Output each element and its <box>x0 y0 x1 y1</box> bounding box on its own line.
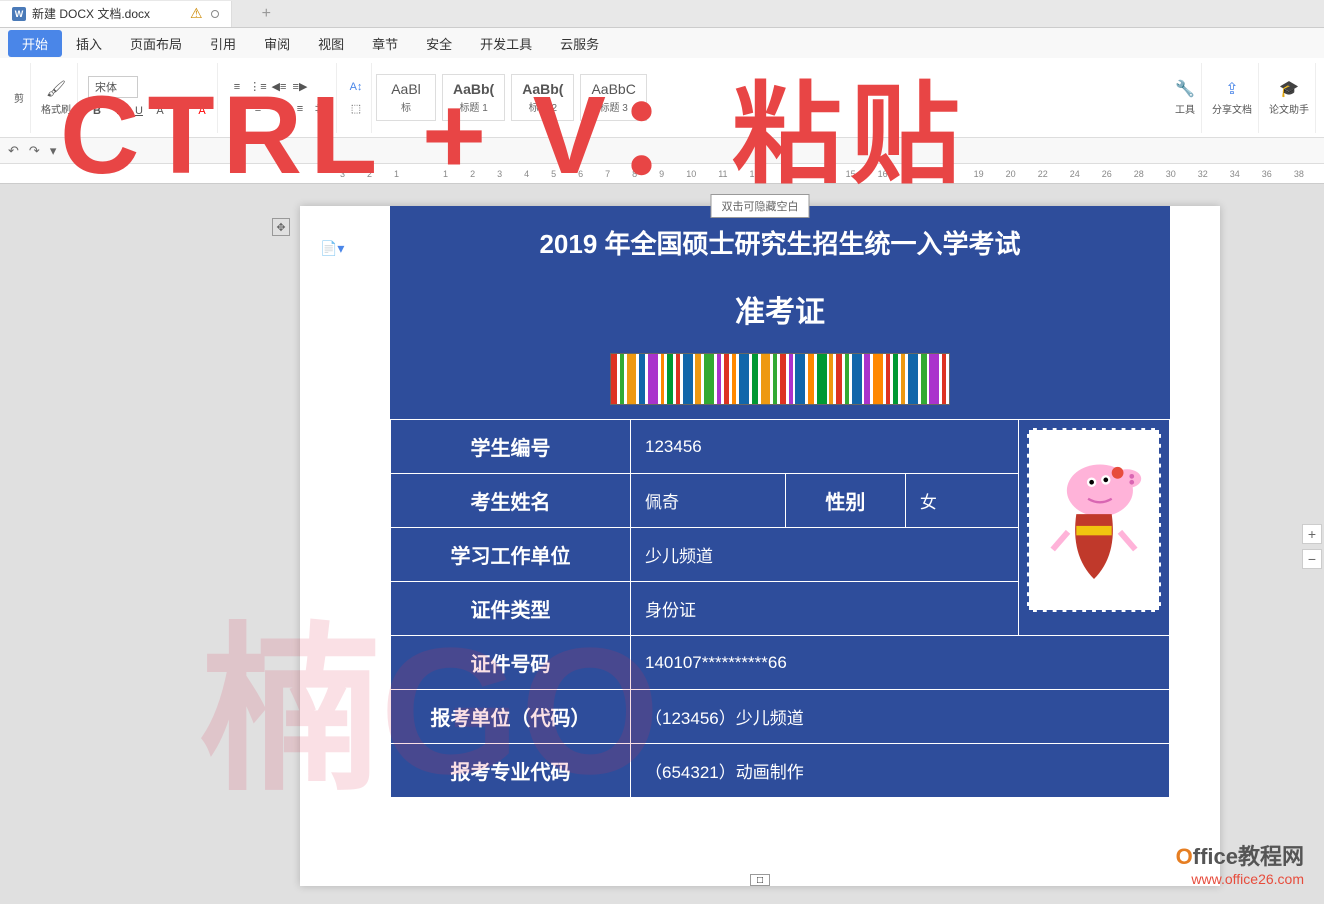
value-workplace: 少儿频道 <box>631 528 1019 582</box>
thesis-group: 🎓 论文助手 <box>1263 63 1316 133</box>
logo-text: ffice教程网 <box>1193 844 1304 869</box>
table-row: 报考单位（代码） （123456）少儿频道 <box>391 690 1170 744</box>
thesis-helper-button[interactable]: 🎓 论文助手 <box>1269 79 1309 116</box>
label-major-code: 报考专业代码 <box>391 744 631 798</box>
side-collapse-button[interactable]: − <box>1302 549 1322 569</box>
side-expand-button[interactable]: + <box>1302 524 1322 544</box>
table-resize-handle[interactable]: □ <box>750 874 770 886</box>
value-student-id: 123456 <box>631 420 1019 474</box>
value-gender: 女 <box>905 474 1018 528</box>
graduation-icon: 🎓 <box>1279 79 1299 99</box>
barcode <box>610 353 950 405</box>
paste-options-button[interactable]: 📄▾ <box>320 240 344 257</box>
status-circle-icon <box>211 10 219 18</box>
label-id-type: 证件类型 <box>391 582 631 636</box>
table-row: 报考专业代码 （654321）动画制作 <box>391 744 1170 798</box>
word-icon: W <box>12 7 26 21</box>
cut-button[interactable]: 剪 <box>14 90 24 105</box>
redo-button[interactable]: ↷ <box>29 143 40 159</box>
peppa-pig-image <box>1035 436 1153 604</box>
logo-o: O <box>1176 844 1193 869</box>
table-move-handle[interactable]: ✥ <box>272 218 290 236</box>
label-workplace: 学习工作单位 <box>391 528 631 582</box>
footer-watermark: Office教程网 www.office26.com <box>1176 839 1304 887</box>
label-gender: 性别 <box>785 474 905 528</box>
tools-icon: 🔧 <box>1175 79 1195 99</box>
clipboard-group: 剪 <box>8 63 31 133</box>
tab-title: 新建 DOCX 文档.docx <box>32 5 150 22</box>
table-row: 证件号码 140107**********66 <box>391 636 1170 690</box>
label-name: 考生姓名 <box>391 474 631 528</box>
certificate-subtitle: 准考证 <box>390 269 1170 353</box>
table-row: 学生编号 123456 <box>391 420 1170 474</box>
value-id-number: 140107**********66 <box>631 636 1170 690</box>
value-id-type: 身份证 <box>631 582 1019 636</box>
label-id-number: 证件号码 <box>391 636 631 690</box>
value-apply-unit: （123456）少儿频道 <box>631 690 1170 744</box>
tools-button[interactable]: 🔧 工具 <box>1175 79 1195 116</box>
certificate-content: 2019 年全国硕士研究生招生统一入学考试 准考证 学生编号 123456 <box>390 206 1170 798</box>
menu-start[interactable]: 开始 <box>8 30 62 57</box>
tools-group: 🔧 工具 <box>1169 63 1202 133</box>
document-page[interactable]: 双击可隐藏空白 ✥ 📄▾ 2019 年全国硕士研究生招生统一入学考试 准考证 学… <box>300 206 1220 886</box>
qa-dropdown[interactable]: ▾ <box>50 143 57 159</box>
share-icon: ⇪ <box>1222 79 1242 99</box>
certificate-table: 学生编号 123456 <box>390 419 1170 798</box>
label-student-id: 学生编号 <box>391 420 631 474</box>
add-tab-button[interactable]: + <box>262 5 271 23</box>
value-name: 佩奇 <box>631 474 786 528</box>
photo-frame <box>1027 428 1161 612</box>
share-button[interactable]: ⇪ 分享文档 <box>1212 79 1252 116</box>
undo-button[interactable]: ↶ <box>8 143 19 159</box>
warning-icon: ⚠ <box>190 5 203 22</box>
label-apply-unit: 报考单位（代码） <box>391 690 631 744</box>
share-group: ⇪ 分享文档 <box>1206 63 1259 133</box>
shortcut-overlay-text: CTRL + V：粘贴 <box>60 45 968 205</box>
document-area: 楠GO 双击可隐藏空白 ✥ 📄▾ 2019 年全国硕士研究生招生统一入学考试 准… <box>0 184 1324 904</box>
footer-url: www.office26.com <box>1176 871 1304 887</box>
tab-bar: W 新建 DOCX 文档.docx ⚠ + <box>0 0 1324 28</box>
photo-cell <box>1019 420 1170 636</box>
document-tab[interactable]: W 新建 DOCX 文档.docx ⚠ <box>0 1 232 27</box>
value-major-code: （654321）动画制作 <box>631 744 1170 798</box>
